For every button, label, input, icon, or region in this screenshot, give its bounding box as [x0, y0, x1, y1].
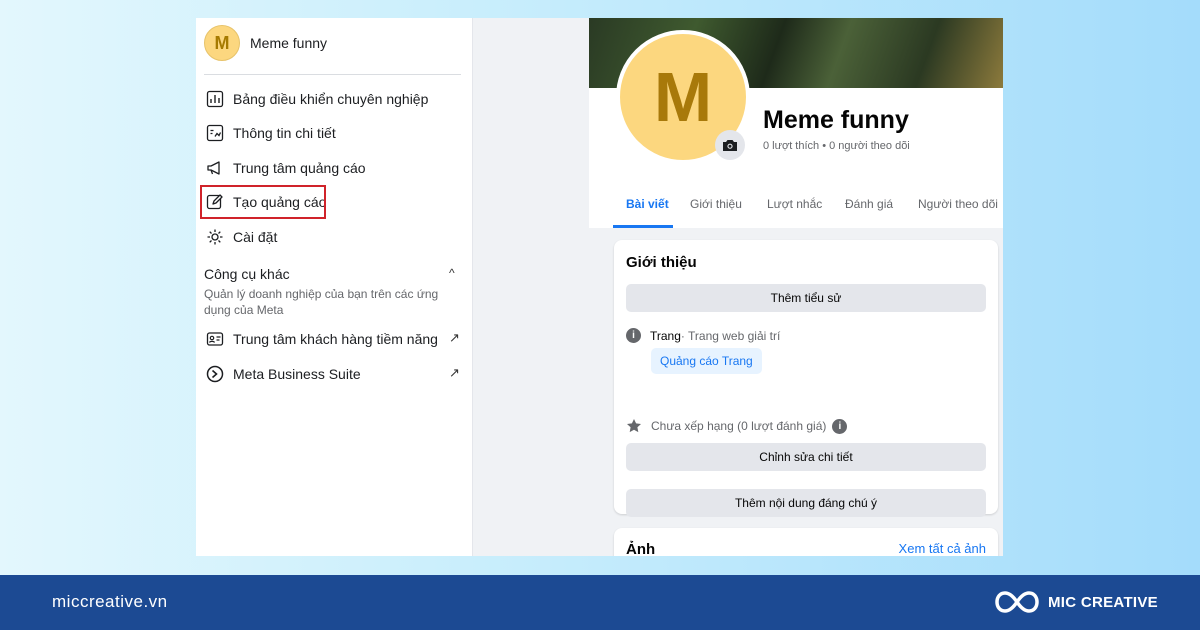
page-title: Meme funny [763, 106, 909, 134]
collapse-chevron-icon[interactable]: ^ [449, 266, 455, 280]
photos-card: Ảnh Xem tất cả ảnh [614, 528, 998, 556]
sidebar-item-leads-center[interactable]: Trung tâm khách hàng tiềm năng [202, 325, 440, 353]
rating-row: Chưa xếp hạng (0 lượt đánh giá) i [626, 418, 848, 434]
category-value: · Trang web giải trí [680, 328, 781, 343]
sidebar-item-insights[interactable]: Thông tin chi tiết [202, 119, 338, 147]
add-featured-button[interactable]: Thêm nội dung đáng chú ý [626, 489, 986, 517]
intro-card: Giới thiệu Thêm tiểu sử i Trang · Trang … [614, 240, 998, 517]
category-label: Trang [650, 328, 681, 343]
star-icon [627, 419, 641, 433]
sidebar-item-label: Trung tâm quảng cáo [233, 160, 366, 176]
tab-posts[interactable]: Bài viết [626, 197, 669, 211]
edit-details-button[interactable]: Chỉnh sửa chi tiết [626, 443, 986, 471]
page-avatar-small: M [204, 25, 240, 61]
brand-logo: MIC CREATIVE [994, 587, 1158, 617]
update-profile-photo-button[interactable] [715, 130, 745, 160]
active-tab-indicator [613, 225, 673, 228]
page-name-sidebar: Meme funny [250, 35, 328, 51]
tab-followers[interactable]: Người theo dõi [918, 197, 998, 211]
footer-bar: miccreative.vn MIC CREATIVE [0, 575, 1200, 630]
sidebar-item-label: Bảng điều khiển chuyên nghiệp [233, 91, 429, 107]
sidebar-item-label: Trung tâm khách hàng tiềm năng [233, 331, 438, 347]
camera-icon [723, 140, 737, 151]
page-switcher[interactable]: M Meme funny [204, 25, 327, 61]
facebook-page-screenshot: M Meme funny Bảng điều khiển chuyên nghi… [196, 18, 1003, 556]
promote-page-button[interactable]: Quảng cáo Trang [651, 348, 762, 374]
rating-info-icon[interactable]: i [832, 418, 848, 434]
sidebar-item-label: Meta Business Suite [233, 366, 361, 382]
other-tools-heading: Công cụ khác [204, 266, 290, 282]
external-link-icon: ↗ [449, 365, 460, 380]
add-bio-button[interactable]: Thêm tiểu sử [626, 284, 986, 312]
rating-text: Chưa xếp hạng (0 lượt đánh giá) [651, 419, 827, 433]
other-tools-description: Quản lý doanh nghiệp của bạn trên các ứn… [204, 287, 439, 317]
sidebar-item-label: Thông tin chi tiết [233, 125, 336, 141]
external-link-icon: ↗ [449, 330, 460, 345]
infinity-logo-icon [995, 591, 1039, 613]
dashboard-icon [204, 88, 226, 110]
footer-url[interactable]: miccreative.vn [52, 592, 168, 612]
info-icon: i [626, 328, 641, 343]
category-row: i Trang · Trang web giải trí [626, 328, 780, 343]
sidebar-item-settings[interactable]: Cài đặt [202, 223, 279, 251]
sidebar-item-professional-dashboard[interactable]: Bảng điều khiển chuyên nghiệp [202, 85, 430, 113]
tab-about[interactable]: Giới thiệu [690, 197, 742, 211]
sidebar-divider [204, 74, 461, 75]
tab-mentions[interactable]: Lượt nhắc [767, 197, 822, 211]
insights-icon [204, 122, 226, 144]
tab-reviews[interactable]: Đánh giá [845, 197, 893, 211]
sidebar-item-ad-center[interactable]: Trung tâm quảng cáo [202, 154, 368, 182]
page-sidebar: M Meme funny Bảng điều khiển chuyên nghi… [196, 18, 473, 556]
contact-card-icon [204, 328, 226, 350]
megaphone-icon [204, 157, 226, 179]
highlight-box [200, 185, 326, 219]
intro-title: Giới thiệu [626, 254, 697, 271]
page-stats: 0 lượt thích • 0 người theo dõi [763, 140, 910, 152]
brand-name: MIC CREATIVE [1048, 593, 1158, 611]
photos-title: Ảnh [626, 541, 656, 556]
sidebar-item-label: Cài đặt [233, 229, 278, 245]
meta-business-icon [204, 363, 226, 385]
see-all-photos-link[interactable]: Xem tất cả ảnh [899, 541, 986, 556]
sidebar-item-meta-business-suite[interactable]: Meta Business Suite [202, 360, 363, 388]
gear-icon [204, 226, 226, 248]
